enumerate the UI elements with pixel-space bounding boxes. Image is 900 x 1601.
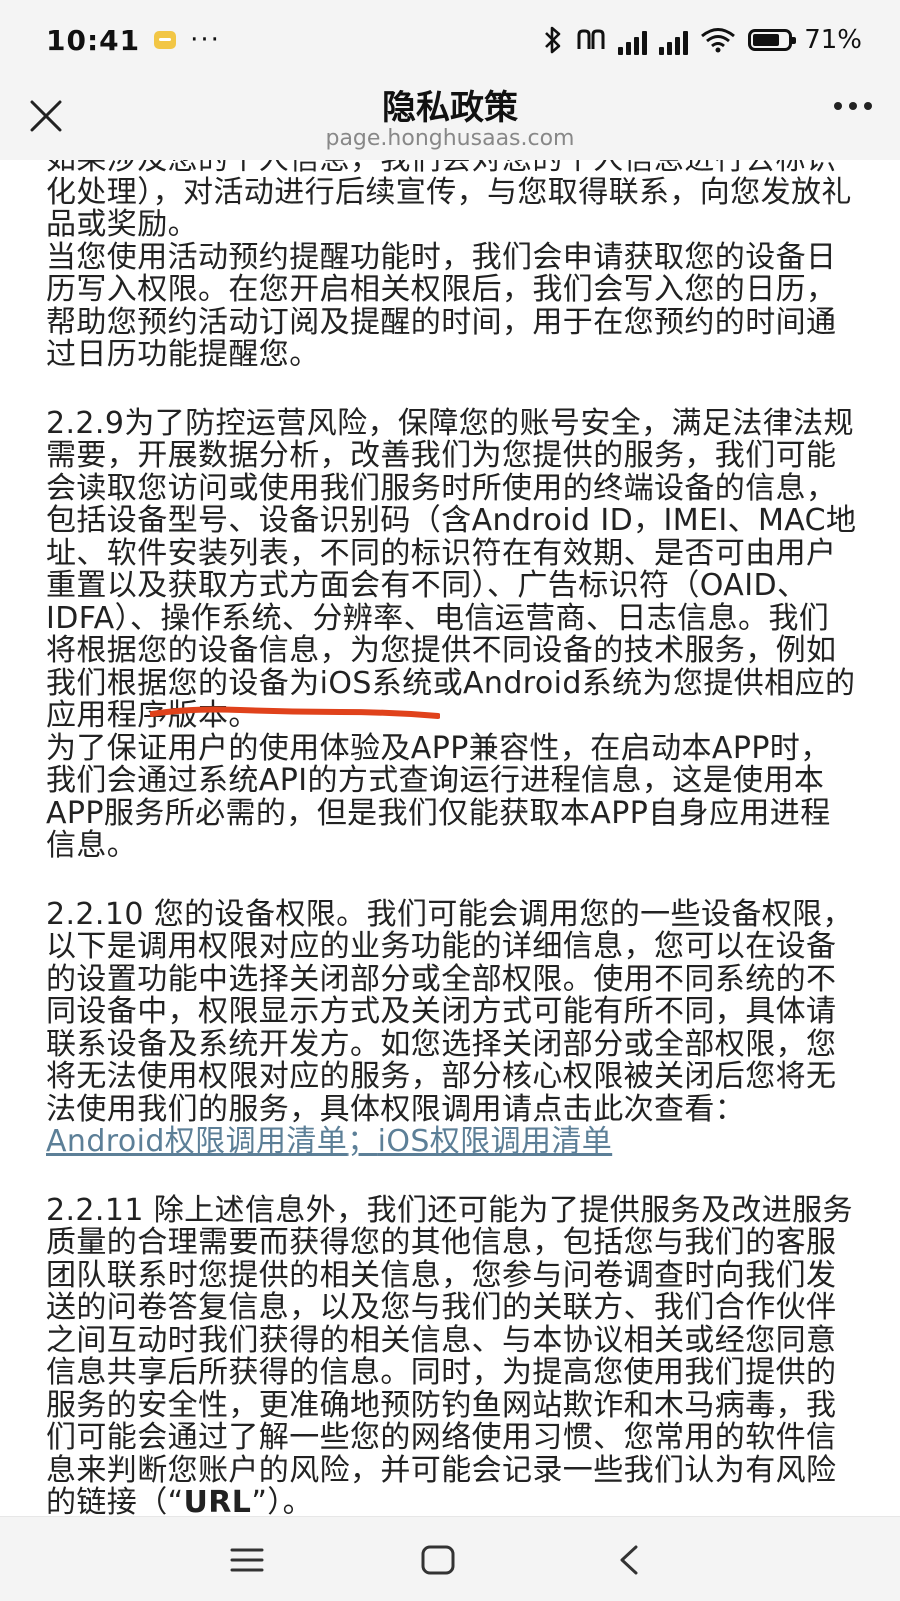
more-dot-icon [834,102,842,110]
message-notification-icon [154,31,177,49]
policy-content[interactable]: 如果涉及您的个人信息，我们会对您的个人信息进行去标识化处理），对活动进行后续宣传… [0,160,900,1516]
home-button[interactable] [413,1535,463,1585]
status-bar: 10:41 ··· 71% [0,0,900,80]
paragraph-2-2-11-other-info: 2.2.11 除上述信息外，我们还可能为了提供服务及改进服务质量的合理需要而获得… [46,1192,858,1516]
home-icon [421,1545,455,1575]
status-time: 10:41 [46,23,141,57]
more-dot-icon [864,102,872,110]
paragraph-activity-info: 如果涉及您的个人信息，我们会对您的个人信息进行去标识化处理），对活动进行后续宣传… [46,160,852,242]
paragraph-calendar-permission: 当您使用活动预约提醒功能时，我们会申请获取您的设备日历写入权限。在您开启相关权限… [46,239,837,372]
more-dot-icon [849,102,857,110]
nfc-icon [577,29,605,49]
back-icon [620,1545,638,1575]
other-info-end: ”）。 [251,1485,314,1516]
link-separator: ； [347,1124,378,1159]
page-title: 隐私政策 [382,88,518,128]
ios-permission-list-link[interactable]: iOS权限调用清单 [378,1124,613,1159]
signal-strength-icon-1 [618,25,648,55]
bluetooth-icon [545,26,561,54]
paragraph-app-process-info: 为了保证用户的使用体验及APP兼容性，在启动本APP时，我们会通过系统API的方… [46,730,831,863]
url-term: URL [183,1485,252,1516]
back-button[interactable] [604,1535,654,1585]
status-left: 10:41 ··· [46,24,221,57]
wifi-icon [701,28,736,53]
battery-percentage: 71% [804,25,862,55]
other-info-text: 2.2.11 除上述信息外，我们还可能为了提供服务及改进服务质量的合理需要而获得… [46,1192,853,1516]
paragraph-2-2-9-device-info: 2.2.9为了防控运营风险，保障您的账号安全，满足法律法规需要，开展数据分析，改… [46,405,857,733]
menu-button[interactable] [222,1535,272,1585]
policy-text: 如果涉及您的个人信息，我们会对您的个人信息进行去标识化处理），对活动进行后续宣传… [46,160,858,1516]
paragraph-2-2-10-permissions: 2.2.10 您的设备权限。我们可能会调用您的一些设备权限，以下是调用权限对应的… [46,896,858,1159]
menu-icon [230,1548,264,1572]
webview-header: 隐私政策 page.honghusaas.com [0,80,900,160]
permissions-text: 2.2.10 您的设备权限。我们可能会调用您的一些设备权限，以下是调用权限对应的… [46,896,853,1127]
android-permission-list-link[interactable]: Android权限调用清单 [46,1124,347,1159]
more-options-button[interactable] [834,102,872,110]
status-right: 71% [542,25,862,55]
system-navigation-bar [0,1516,900,1601]
more-notifications-indicator: ··· [190,25,221,55]
page-url: page.honghusaas.com [325,126,575,151]
battery-icon [748,29,797,51]
signal-strength-icon-2 [659,25,689,55]
